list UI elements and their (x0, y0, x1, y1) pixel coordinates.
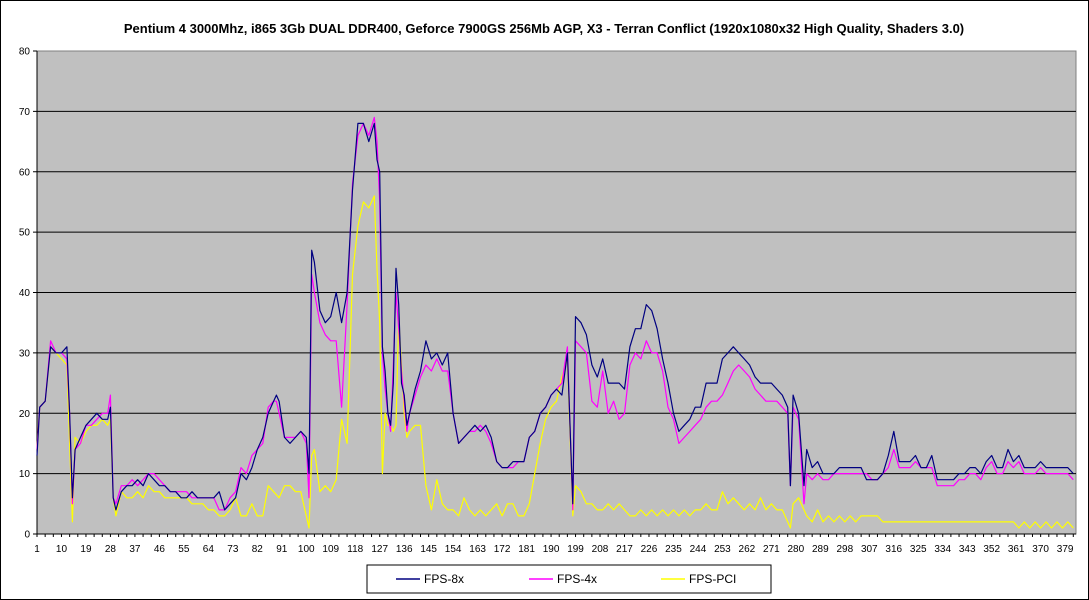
x-tick-label: 10 (56, 544, 68, 555)
x-tick-label: 379 (1057, 544, 1074, 555)
x-tick-label: 190 (543, 544, 560, 555)
x-tick-label: 307 (861, 544, 878, 555)
x-tick-label: 253 (714, 544, 731, 555)
x-tick-label: 154 (445, 544, 462, 555)
y-tick-label: 10 (19, 469, 31, 480)
y-tick-label: 20 (19, 409, 31, 420)
x-tick-label: 1 (34, 544, 40, 555)
x-tick-label: 343 (959, 544, 976, 555)
y-tick-label: 50 (19, 228, 31, 239)
x-tick-label: 316 (885, 544, 902, 555)
x-tick-label: 73 (227, 544, 239, 555)
x-tick-label: 334 (934, 544, 951, 555)
legend-label: FPS-8x (424, 572, 464, 586)
x-tick-label: 100 (298, 544, 315, 555)
chart-title: Pentium 4 3000Mhz, i865 3Gb DUAL DDR400,… (124, 21, 964, 36)
x-tick-label: 244 (690, 544, 707, 555)
x-tick-label: 19 (80, 544, 92, 555)
x-tick-label: 55 (178, 544, 190, 555)
x-tick-label: 208 (592, 544, 609, 555)
x-tick-label: 280 (788, 544, 805, 555)
line-chart: Pentium 4 3000Mhz, i865 3Gb DUAL DDR400,… (0, 0, 1089, 600)
y-tick-label: 0 (24, 530, 30, 541)
legend: FPS-8x FPS-4x FPS-PCI (366, 564, 772, 594)
x-tick-label: 361 (1008, 544, 1025, 555)
y-tick-label: 80 (19, 47, 31, 58)
x-tick-label: 271 (763, 544, 780, 555)
x-tick-label: 91 (276, 544, 288, 555)
y-tick-label: 60 (19, 167, 31, 178)
x-tick-label: 127 (371, 544, 388, 555)
y-tick-label: 70 (19, 107, 31, 118)
x-tick-label: 118 (347, 544, 363, 555)
x-tick-label: 172 (494, 544, 511, 555)
x-tick-label: 109 (322, 544, 339, 555)
x-tick-label: 145 (420, 544, 437, 555)
chart-container: Pentium 4 3000Mhz, i865 3Gb DUAL DDR400,… (0, 0, 1089, 600)
x-tick-label: 37 (129, 544, 141, 555)
x-tick-label: 181 (518, 544, 535, 555)
x-tick-label: 82 (252, 544, 264, 555)
x-tick-label: 262 (739, 544, 756, 555)
x-tick-label: 64 (203, 544, 215, 555)
x-tick-label: 199 (567, 544, 584, 555)
legend-label: FPS-4x (557, 572, 597, 586)
x-tick-label: 325 (910, 544, 927, 555)
y-tick-label: 30 (19, 348, 31, 359)
legend-label: FPS-PCI (689, 572, 736, 586)
x-tick-label: 352 (983, 544, 1000, 555)
y-tick-label: 40 (19, 288, 31, 299)
x-tick-label: 28 (105, 544, 117, 555)
x-tick-label: 46 (154, 544, 166, 555)
x-tick-label: 226 (641, 544, 658, 555)
x-tick-label: 298 (836, 544, 853, 555)
x-tick-label: 289 (812, 544, 829, 555)
x-tick-label: 370 (1032, 544, 1049, 555)
x-tick-label: 235 (665, 544, 682, 555)
x-tick-label: 136 (396, 544, 413, 555)
x-tick-label: 217 (616, 544, 633, 555)
x-tick-label: 163 (469, 544, 486, 555)
